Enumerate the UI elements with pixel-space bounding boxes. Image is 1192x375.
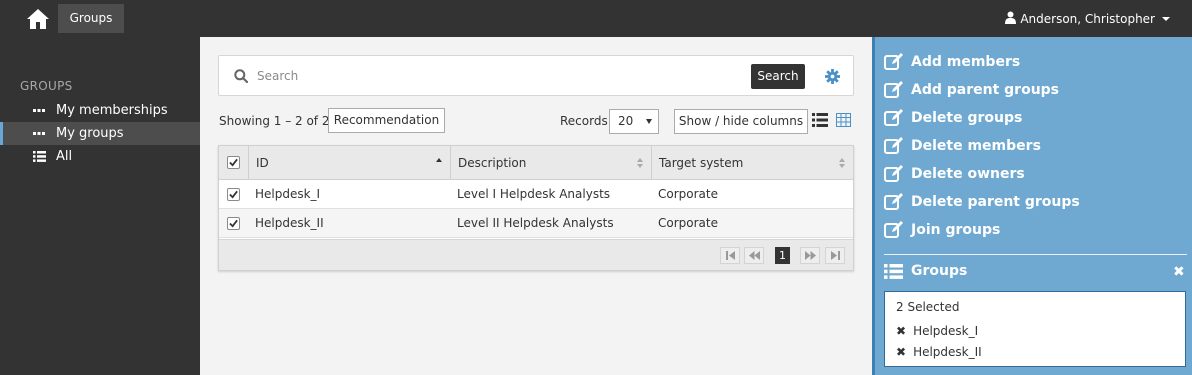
table-row[interactable]: Helpdesk_I Level I Helpdesk Analysts Cor… — [219, 180, 853, 209]
actions-panel: Add members Add parent groups Delete gro… — [872, 37, 1192, 375]
cell-description: Level I Helpdesk Analysts — [457, 187, 611, 201]
cell-id: Helpdesk_I — [255, 187, 321, 201]
sidebar-item-all[interactable]: All — [0, 145, 200, 168]
cell-target-system: Corporate — [658, 187, 718, 201]
table-row[interactable]: Helpdesk_II Level II Helpdesk Analysts C… — [219, 209, 853, 238]
last-page-icon[interactable] — [825, 247, 845, 264]
search-bar: Search — [218, 55, 854, 96]
edit-icon — [884, 165, 904, 183]
sort-icon — [637, 158, 643, 168]
list-view-icon[interactable] — [812, 113, 828, 131]
gear-icon[interactable] — [825, 69, 840, 88]
pagination: 1 — [219, 239, 853, 270]
sort-ascending-icon — [436, 158, 442, 162]
join-groups-action[interactable]: Join groups — [884, 220, 1000, 240]
list-icon — [884, 263, 904, 279]
add-members-action[interactable]: Add members — [884, 52, 1020, 72]
edit-icon — [884, 193, 904, 211]
edit-icon — [884, 53, 904, 71]
previous-page-icon[interactable] — [744, 247, 764, 264]
chevron-down-icon — [1162, 17, 1170, 21]
sidebar-item-label: My memberships — [56, 103, 168, 118]
column-header-label: Description — [458, 156, 527, 170]
delete-members-action[interactable]: Delete members — [884, 136, 1041, 156]
column-header-description[interactable]: Description — [450, 146, 651, 180]
selected-item-label: Helpdesk_II — [913, 345, 982, 359]
selection-header: Groups — [884, 263, 967, 279]
cell-target-system: Corporate — [658, 216, 718, 230]
delete-parent-groups-action[interactable]: Delete parent groups — [884, 192, 1080, 212]
row-checkbox[interactable] — [227, 188, 240, 201]
add-parent-groups-action[interactable]: Add parent groups — [884, 80, 1059, 100]
search-button[interactable]: Search — [751, 64, 805, 89]
action-label: Delete groups — [911, 110, 1023, 126]
edit-icon — [884, 221, 904, 239]
current-page[interactable]: 1 — [775, 247, 790, 264]
chevron-down-icon — [646, 119, 652, 124]
user-menu[interactable]: Anderson, Christopher — [1005, 11, 1170, 27]
action-label: Delete parent groups — [911, 194, 1080, 210]
user-name: Anderson, Christopher — [1020, 12, 1155, 26]
action-label: Join groups — [911, 222, 1001, 238]
action-label: Delete owners — [911, 166, 1025, 182]
selected-groups-box: 2 Selected ✖ Helpdesk_I ✖ Helpdesk_II — [884, 291, 1186, 367]
column-header-label: Target system — [659, 156, 744, 170]
search-input[interactable] — [257, 66, 737, 86]
divider — [884, 254, 1187, 255]
delete-owners-action[interactable]: Delete owners — [884, 164, 1025, 184]
ellipsis-icon — [32, 131, 46, 136]
action-label: Add members — [911, 54, 1021, 70]
sidebar-heading: GROUPS — [20, 79, 73, 93]
delete-groups-action[interactable]: Delete groups — [884, 108, 1022, 128]
remove-icon[interactable]: ✖ — [896, 324, 906, 338]
main-content: Search Showing 1 – 2 of 2 Recommendation — [200, 37, 872, 375]
column-header-target-system[interactable]: Target system — [651, 146, 853, 180]
edit-icon — [884, 81, 904, 99]
table-view-icon[interactable] — [836, 113, 851, 131]
groups-table: ID Description Target system Helpdesk_I … — [218, 145, 854, 271]
close-icon[interactable]: ✖ — [1173, 264, 1185, 280]
records-select[interactable]: 20 — [609, 109, 659, 134]
selection-title: Groups — [911, 263, 968, 279]
next-page-icon[interactable] — [800, 247, 820, 264]
row-checkbox[interactable] — [227, 217, 240, 230]
edit-icon — [884, 109, 904, 127]
first-page-icon[interactable] — [720, 247, 740, 264]
sidebar-item-my-memberships[interactable]: My memberships — [0, 99, 200, 122]
selected-item: ✖ Helpdesk_II — [896, 345, 982, 359]
select-all-checkbox[interactable] — [227, 156, 240, 169]
cell-id: Helpdesk_II — [255, 216, 324, 230]
column-header-label: ID — [256, 156, 269, 170]
remove-icon[interactable]: ✖ — [896, 345, 906, 359]
ellipsis-icon — [32, 108, 46, 113]
selected-item-label: Helpdesk_I — [913, 324, 979, 338]
sort-icon — [839, 158, 845, 168]
selected-item: ✖ Helpdesk_I — [896, 324, 978, 338]
sidebar: GROUPS My memberships My groups All — [0, 37, 200, 375]
search-icon — [234, 69, 249, 87]
show-hide-columns-button[interactable]: Show / hide columns — [674, 109, 808, 134]
user-icon — [1005, 11, 1017, 27]
recommendation-button[interactable]: Recommendation — [328, 108, 445, 133]
table-header: ID Description Target system — [219, 146, 853, 180]
cell-description: Level II Helpdesk Analysts — [457, 216, 614, 230]
sidebar-item-my-groups[interactable]: My groups — [0, 122, 200, 145]
records-value: 20 — [618, 114, 634, 128]
action-label: Delete members — [911, 138, 1041, 154]
records-label: Records — [560, 114, 608, 128]
tab-groups[interactable]: Groups — [58, 4, 124, 33]
top-navbar: Groups Anderson, Christopher — [0, 0, 1192, 37]
selected-count: 2 Selected — [896, 300, 960, 314]
action-label: Add parent groups — [911, 82, 1060, 98]
sidebar-item-label: All — [56, 149, 73, 164]
sidebar-item-label: My groups — [56, 126, 124, 141]
home-icon[interactable] — [26, 8, 50, 30]
list-icon — [32, 151, 46, 162]
column-header-id[interactable]: ID — [248, 146, 450, 180]
edit-icon — [884, 137, 904, 155]
results-count: Showing 1 – 2 of 2 — [219, 114, 330, 128]
